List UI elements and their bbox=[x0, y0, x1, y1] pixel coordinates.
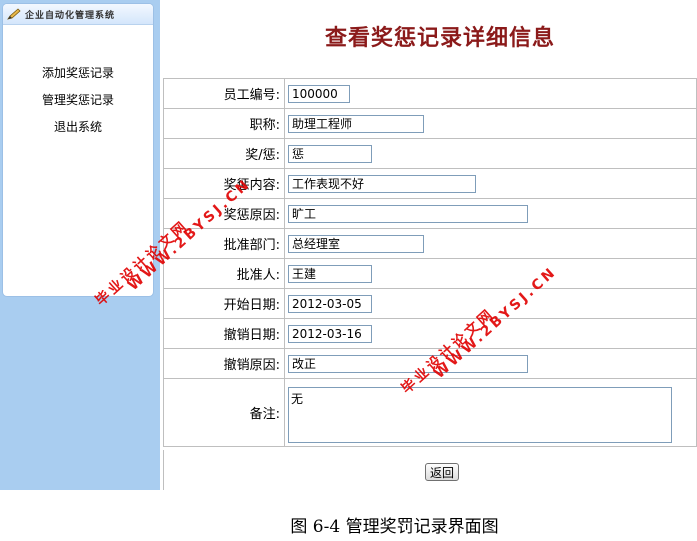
position-field[interactable] bbox=[288, 114, 424, 133]
sidebar: 企业自动化管理系统 添加奖惩记录 管理奖惩记录 退出系统 bbox=[0, 0, 160, 490]
form-row-department: 批准部门: bbox=[163, 228, 697, 259]
content-field[interactable] bbox=[288, 174, 476, 193]
sidebar-panel: 企业自动化管理系统 添加奖惩记录 管理奖惩记录 退出系统 bbox=[3, 4, 153, 296]
sidebar-item-manage-records[interactable]: 管理奖惩记录 bbox=[3, 87, 153, 114]
revoke-date-label: 撤销日期: bbox=[163, 318, 285, 349]
form-row-start-date: 开始日期: bbox=[163, 288, 697, 319]
sidebar-title: 企业自动化管理系统 bbox=[25, 10, 116, 21]
sidebar-header: 企业自动化管理系统 bbox=[3, 4, 153, 25]
button-area: 返回 bbox=[163, 450, 697, 490]
reward-punish-label: 奖/惩: bbox=[163, 138, 285, 169]
approver-label: 批准人: bbox=[163, 258, 285, 289]
employee-id-field[interactable] bbox=[288, 84, 350, 103]
sidebar-item-add-record[interactable]: 添加奖惩记录 bbox=[3, 60, 153, 87]
form-row-reason: 奖惩原因: bbox=[163, 198, 697, 229]
position-label: 职称: bbox=[163, 108, 285, 139]
sidebar-item-logout[interactable]: 退出系统 bbox=[3, 114, 153, 141]
remark-textarea[interactable]: 无 bbox=[288, 386, 672, 443]
employee-id-label: 员工编号: bbox=[163, 78, 285, 109]
pen-icon bbox=[7, 8, 21, 20]
form-row-employee-id: 员工编号: bbox=[163, 78, 697, 109]
record-detail-form: 员工编号: 职称: 奖/惩: 奖惩内容: 奖惩原因: 批准部门: 批准人: 开始… bbox=[163, 78, 697, 447]
department-field[interactable] bbox=[288, 234, 424, 253]
form-row-revoke-date: 撤销日期: bbox=[163, 318, 697, 349]
revoke-date-field[interactable] bbox=[288, 324, 372, 343]
revoke-reason-field[interactable] bbox=[288, 354, 528, 373]
revoke-reason-label: 撤销原因: bbox=[163, 348, 285, 379]
reason-field[interactable] bbox=[288, 204, 528, 223]
figure-caption: 图 6-4 管理奖罚记录界面图 bbox=[0, 512, 697, 537]
form-row-reward-punish: 奖/惩: bbox=[163, 138, 697, 169]
reward-punish-field[interactable] bbox=[288, 144, 372, 163]
return-button[interactable]: 返回 bbox=[425, 463, 459, 481]
sidebar-menu: 添加奖惩记录 管理奖惩记录 退出系统 bbox=[3, 60, 153, 141]
form-row-remark: 备注: 无 bbox=[163, 378, 697, 447]
start-date-field[interactable] bbox=[288, 294, 372, 313]
form-row-position: 职称: bbox=[163, 108, 697, 139]
remark-label: 备注: bbox=[163, 378, 285, 447]
caption-text: 图 6-4 管理奖罚记录界面图 bbox=[290, 517, 499, 537]
form-row-approver: 批准人: bbox=[163, 258, 697, 289]
page-title: 查看奖惩记录详细信息 bbox=[324, 25, 555, 51]
start-date-label: 开始日期: bbox=[163, 288, 285, 319]
approver-field[interactable] bbox=[288, 264, 372, 283]
